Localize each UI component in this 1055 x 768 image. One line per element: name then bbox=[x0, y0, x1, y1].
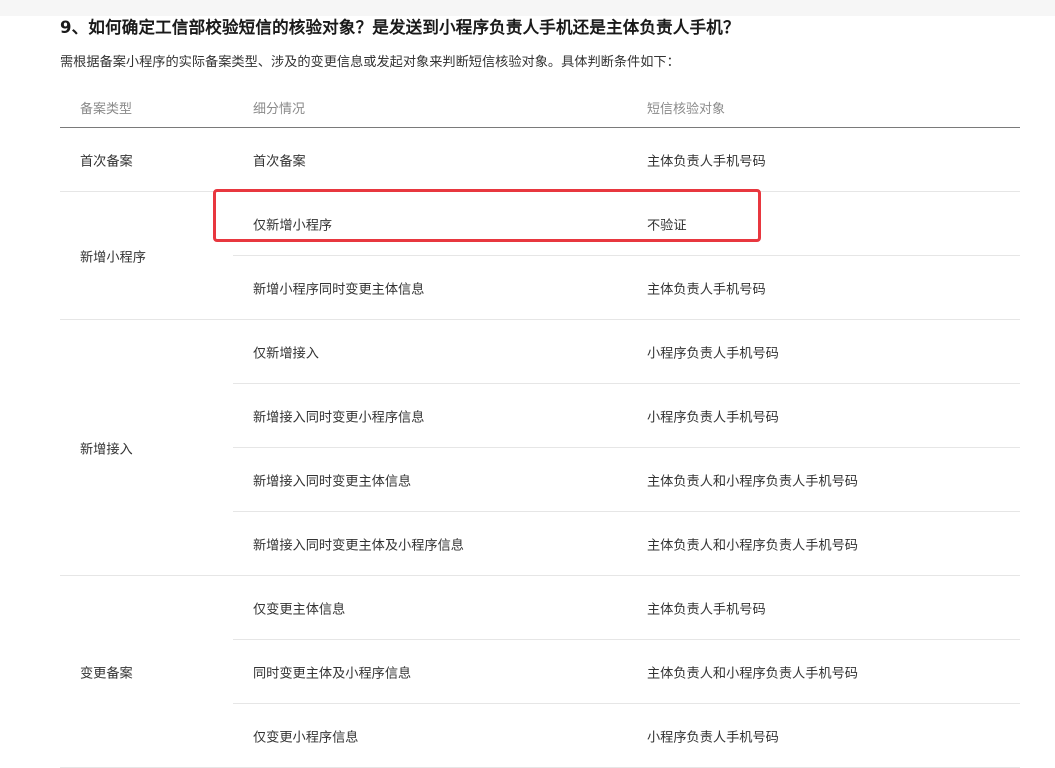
header-sms-target: 短信核验对象 bbox=[647, 102, 726, 117]
group-first-filing: 首次备案 首次备案 主体负责人手机号码 bbox=[60, 128, 1020, 192]
target-cell: 主体负责人和小程序负责人手机号码 bbox=[647, 474, 858, 489]
table-row: 仅变更小程序信息 小程序负责人手机号码 bbox=[233, 703, 1020, 767]
group-new-miniprogram: 新增小程序 仅新增小程序 不验证 新增小程序同时变更主体信息 主体负责人手机号码 bbox=[60, 192, 1020, 320]
group-new-access: 新增接入 仅新增接入 小程序负责人手机号码 新增接入同时变更小程序信息 小程序负… bbox=[60, 320, 1020, 576]
target-cell: 主体负责人手机号码 bbox=[647, 282, 766, 297]
target-cell: 小程序负责人手机号码 bbox=[647, 346, 779, 361]
target-cell: 小程序负责人手机号码 bbox=[647, 410, 779, 425]
table-row: 仅新增接入 小程序负责人手机号码 bbox=[233, 320, 1020, 383]
header-detail: 细分情况 bbox=[253, 102, 306, 117]
detail-cell: 新增接入同时变更主体及小程序信息 bbox=[253, 538, 464, 553]
detail-cell: 新增接入同时变更主体信息 bbox=[253, 474, 412, 489]
filing-type-cell: 首次备案 bbox=[80, 154, 133, 169]
detail-cell: 仅变更主体信息 bbox=[253, 602, 346, 617]
detail-cell: 同时变更主体及小程序信息 bbox=[253, 666, 412, 681]
target-cell: 不验证 bbox=[647, 218, 687, 233]
group-change-filing: 变更备案 仅变更主体信息 主体负责人手机号码 同时变更主体及小程序信息 主体负责… bbox=[60, 576, 1020, 768]
table-row: 新增接入同时变更主体及小程序信息 主体负责人和小程序负责人手机号码 bbox=[233, 511, 1020, 575]
table-row: 新增接入同时变更小程序信息 小程序负责人手机号码 bbox=[233, 383, 1020, 447]
detail-cell: 首次备案 bbox=[253, 154, 306, 169]
filing-type-cell: 新增接入 bbox=[80, 442, 133, 457]
target-cell: 主体负责人和小程序负责人手机号码 bbox=[647, 666, 858, 681]
table-row: 仅新增小程序 不验证 bbox=[233, 192, 1020, 255]
target-cell: 主体负责人手机号码 bbox=[647, 154, 766, 169]
target-cell: 主体负责人和小程序负责人手机号码 bbox=[647, 538, 858, 553]
filing-type-cell: 变更备案 bbox=[80, 666, 133, 681]
table-row: 仅变更主体信息 主体负责人手机号码 bbox=[233, 576, 1020, 639]
detail-cell: 新增接入同时变更小程序信息 bbox=[253, 410, 425, 425]
target-cell: 小程序负责人手机号码 bbox=[647, 730, 779, 745]
detail-cell: 仅变更小程序信息 bbox=[253, 730, 359, 745]
header-filing-type: 备案类型 bbox=[80, 102, 133, 117]
detail-cell: 新增小程序同时变更主体信息 bbox=[253, 282, 425, 297]
table-row: 新增接入同时变更主体信息 主体负责人和小程序负责人手机号码 bbox=[233, 447, 1020, 511]
detail-cell: 仅新增接入 bbox=[253, 346, 319, 361]
intro-text: 需根据备案小程序的实际备案类型、涉及的变更信息或发起对象来判断短信核验对象。具体… bbox=[60, 55, 680, 70]
table-row: 新增小程序同时变更主体信息 主体负责人手机号码 bbox=[233, 255, 1020, 319]
detail-cell: 仅新增小程序 bbox=[253, 218, 333, 233]
filing-type-cell: 新增小程序 bbox=[80, 250, 146, 265]
criteria-table: 备案类型 细分情况 短信核验对象 首次备案 首次备案 主体负责人手机号码 新增小… bbox=[60, 85, 1020, 768]
target-cell: 主体负责人手机号码 bbox=[647, 602, 766, 617]
table-header: 备案类型 细分情况 短信核验对象 bbox=[60, 85, 1020, 128]
table-row: 同时变更主体及小程序信息 主体负责人和小程序负责人手机号码 bbox=[233, 639, 1020, 703]
table-row: 首次备案 主体负责人手机号码 bbox=[233, 128, 1020, 191]
question-heading: 9、如何确定工信部校验短信的核验对象？是发送到小程序负责人手机还是主体负责人手机… bbox=[60, 18, 740, 37]
